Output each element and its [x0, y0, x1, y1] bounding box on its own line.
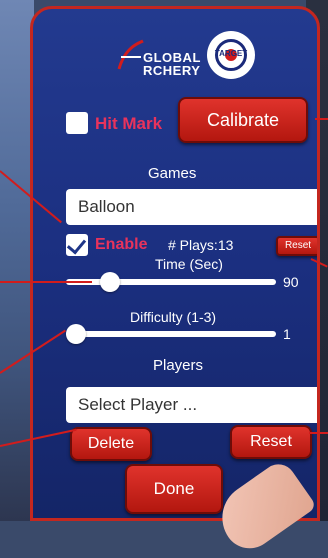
logo-line2: RCHERY — [143, 63, 201, 78]
player-select-value: Select Player ... — [78, 395, 198, 414]
done-button[interactable]: Done — [125, 464, 223, 514]
pointer-arrow — [309, 432, 328, 434]
time-slider-track[interactable] — [66, 279, 276, 285]
logo-text: GLOBAL RCHERY — [143, 51, 201, 77]
global-archery-logo: GLOBAL RCHERY TARGET — [115, 29, 255, 89]
time-value: 90 — [283, 274, 299, 290]
archer-icon — [117, 39, 144, 70]
enable-label: Enable — [95, 236, 148, 253]
calibrate-button[interactable]: Calibrate — [178, 97, 308, 143]
difficulty-slider-thumb[interactable] — [66, 324, 86, 344]
pointer-arrow — [0, 281, 92, 283]
players-heading: Players — [153, 357, 204, 374]
player-select[interactable]: Select Player ... ⌵ — [66, 387, 320, 423]
enable-checkbox[interactable] — [66, 234, 88, 256]
game-select[interactable]: Balloon ⌵ — [66, 189, 320, 225]
hit-mark-checkbox[interactable] — [66, 112, 88, 134]
time-label: Time (Sec) — [155, 256, 223, 272]
reset-plays-button[interactable]: Reset — [276, 236, 317, 256]
time-slider-thumb[interactable] — [100, 272, 121, 292]
reset-players-button[interactable]: Reset — [230, 425, 312, 459]
plays-value: 13 — [217, 237, 234, 253]
difficulty-slider-track[interactable] — [66, 331, 276, 337]
plays-count: # Plays:13 — [168, 237, 233, 253]
difficulty-value: 1 — [283, 326, 291, 342]
delete-player-button[interactable]: Delete — [70, 427, 152, 461]
pointer-arrow — [315, 118, 328, 120]
plays-label: # Plays: — [168, 237, 218, 253]
check-icon — [66, 234, 87, 255]
hit-mark-label: Hit Mark — [95, 114, 163, 133]
game-select-value: Balloon — [78, 197, 135, 216]
games-heading: Games — [148, 165, 197, 182]
target-badge-icon: TARGET — [207, 31, 255, 79]
difficulty-label: Difficulty (1-3) — [130, 309, 217, 325]
badge-text: TARGET — [214, 49, 248, 58]
settings-panel: GLOBAL RCHERY TARGET Hit Mark Calibrate … — [30, 6, 320, 521]
chevron-down-icon: ⌵ — [318, 189, 320, 225]
chevron-down-icon: ⌵ — [318, 387, 320, 423]
